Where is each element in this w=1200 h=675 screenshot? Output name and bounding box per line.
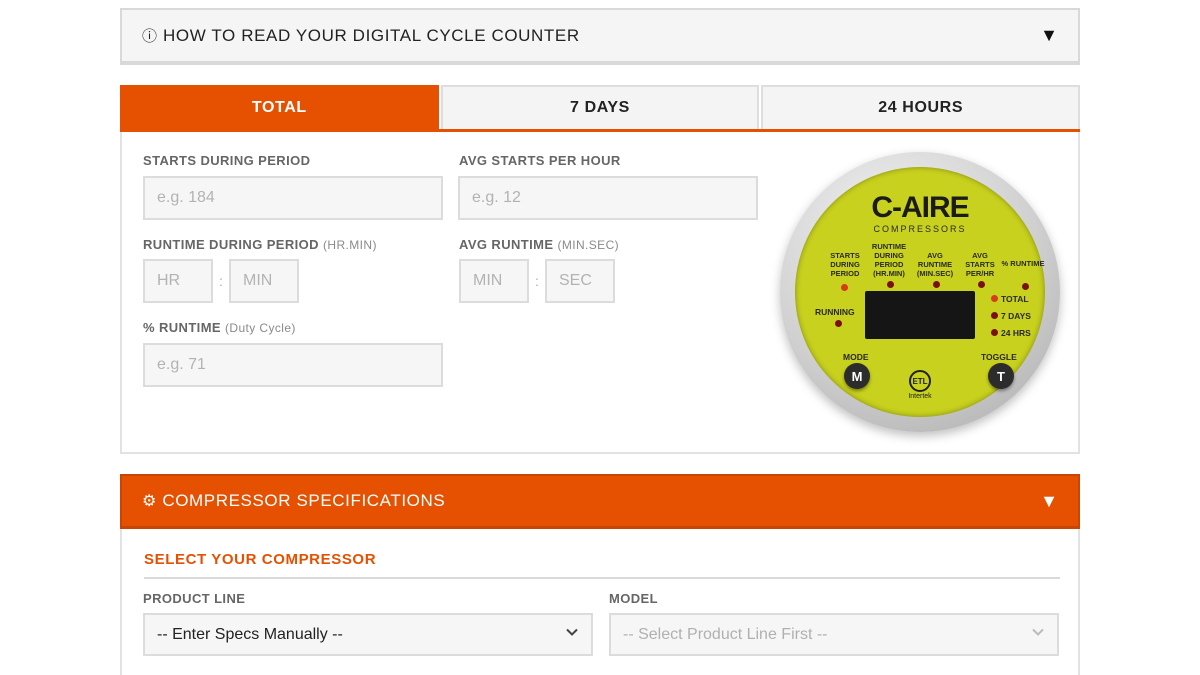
chevron-down-icon[interactable]: ▼ (1040, 25, 1058, 46)
avg-starts-label: AVG STARTS PER HOUR (459, 153, 621, 168)
runtime-hr-input[interactable] (143, 259, 213, 303)
runtime-label-text: RUNTIME DURING PERIOD (143, 237, 319, 252)
period-tabs: TOTAL 7 DAYS 24 HOURS (120, 85, 1081, 132)
product-line-select[interactable]: -- Enter Specs Manually -- (143, 613, 593, 656)
gauge-label-starts: STARTS DURING PERIOD (830, 251, 860, 278)
hrs24-label: 24 HRS (1001, 328, 1031, 338)
toggle-label: TOGGLE (981, 352, 1017, 362)
total-label: TOTAL (1001, 294, 1029, 304)
specs-title: COMPRESSOR SPECIFICATIONS (162, 491, 446, 510)
chevron-down-icon[interactable]: ▼ (1040, 491, 1058, 512)
gauge-label-avg-runtime: AVG RUNTIME (MIN.SEC) (916, 251, 954, 278)
pct-runtime-label: % RUNTIME (Duty Cycle) (143, 320, 296, 335)
led-starts (841, 284, 848, 291)
divider (144, 577, 1060, 579)
runtime-colon: : (219, 273, 223, 289)
avg-runtime-label-unit: (MIN.SEC) (557, 238, 620, 252)
starts-input[interactable] (143, 176, 443, 220)
gauge-label-avg-starts: AVG STARTS PER/HR (965, 251, 995, 278)
seven-days-label: 7 DAYS (1001, 311, 1031, 321)
runtime-min-input[interactable] (229, 259, 299, 303)
pct-runtime-label-unit: (Duty Cycle) (225, 321, 296, 335)
running-label: RUNNING (815, 307, 855, 317)
howto-title: HOW TO READ YOUR DIGITAL CYCLE COUNTER (163, 25, 580, 45)
avg-runtime-min-input[interactable] (459, 259, 529, 303)
compressor-specs-accordion-header[interactable]: ⚙ COMPRESSOR SPECIFICATIONS ▼ (120, 474, 1080, 529)
model-value: -- Select Product Line First -- (623, 625, 828, 643)
mode-label: MODE (843, 352, 869, 362)
avg-runtime-label-text: AVG RUNTIME (459, 237, 554, 252)
tab-total[interactable]: TOTAL (120, 85, 439, 129)
led-7-days (991, 312, 998, 319)
howto-accordion-header[interactable]: ⓘ HOW TO READ YOUR DIGITAL CYCLE COUNTER… (120, 8, 1080, 65)
intertek-label: Intertek (908, 393, 932, 400)
chevron-down-icon (1032, 628, 1044, 636)
select-compressor-heading: SELECT YOUR COMPRESSOR (144, 551, 377, 568)
counter-panel: STARTS DURING PERIOD AVG STARTS PER HOUR… (120, 132, 1080, 454)
pct-runtime-label-text: % RUNTIME (143, 320, 221, 335)
led-avg-runtime (933, 281, 940, 288)
model-label: MODEL (609, 591, 658, 606)
brand-subtitle: COMPRESSORS (873, 224, 967, 234)
product-line-label: PRODUCT LINE (143, 591, 246, 606)
mode-button-icon: M (844, 363, 870, 389)
gauge-label-pct: % RUNTIME (1001, 259, 1045, 268)
chevron-down-icon (566, 628, 578, 636)
avg-runtime-label: AVG RUNTIME (MIN.SEC) (459, 237, 619, 252)
led-pct (1022, 283, 1029, 290)
led-avg-starts (978, 281, 985, 288)
led-total (991, 295, 998, 302)
brand-logo: C-AIRE (871, 191, 969, 224)
runtime-label: RUNTIME DURING PERIOD (HR.MIN) (143, 237, 377, 252)
led-runtime (887, 281, 894, 288)
tab-24-hours[interactable]: 24 HOURS (761, 85, 1081, 129)
counter-display (865, 291, 975, 339)
pct-runtime-input[interactable] (143, 343, 443, 387)
led-24-hrs (991, 329, 998, 336)
model-select[interactable]: -- Select Product Line First -- (609, 613, 1059, 656)
cycle-counter-illustration: C-AIRE COMPRESSORS STARTS DURING PERIOD … (780, 152, 1060, 432)
avg-runtime-colon: : (535, 273, 539, 289)
starts-label: STARTS DURING PERIOD (143, 153, 311, 168)
compressor-specs-body: SELECT YOUR COMPRESSOR PRODUCT LINE -- E… (120, 529, 1080, 675)
cycle-counter-face: C-AIRE COMPRESSORS STARTS DURING PERIOD … (795, 167, 1045, 417)
product-line-value: -- Enter Specs Manually -- (157, 625, 343, 643)
info-icon: ⓘ (142, 28, 158, 45)
gauge-label-runtime: RUNTIME DURING PERIOD (HR.MIN) (871, 242, 907, 278)
avg-runtime-sec-input[interactable] (545, 259, 615, 303)
toggle-button-icon: T (988, 363, 1014, 389)
etl-logo-icon: ETL (909, 370, 931, 392)
etl-certification-mark: ETL Intertek (903, 370, 937, 400)
gear-icon: ⚙ (142, 493, 157, 510)
avg-starts-input[interactable] (458, 176, 758, 220)
led-running (835, 320, 842, 327)
tab-7-days[interactable]: 7 DAYS (440, 85, 760, 129)
runtime-label-unit: (HR.MIN) (322, 238, 377, 252)
